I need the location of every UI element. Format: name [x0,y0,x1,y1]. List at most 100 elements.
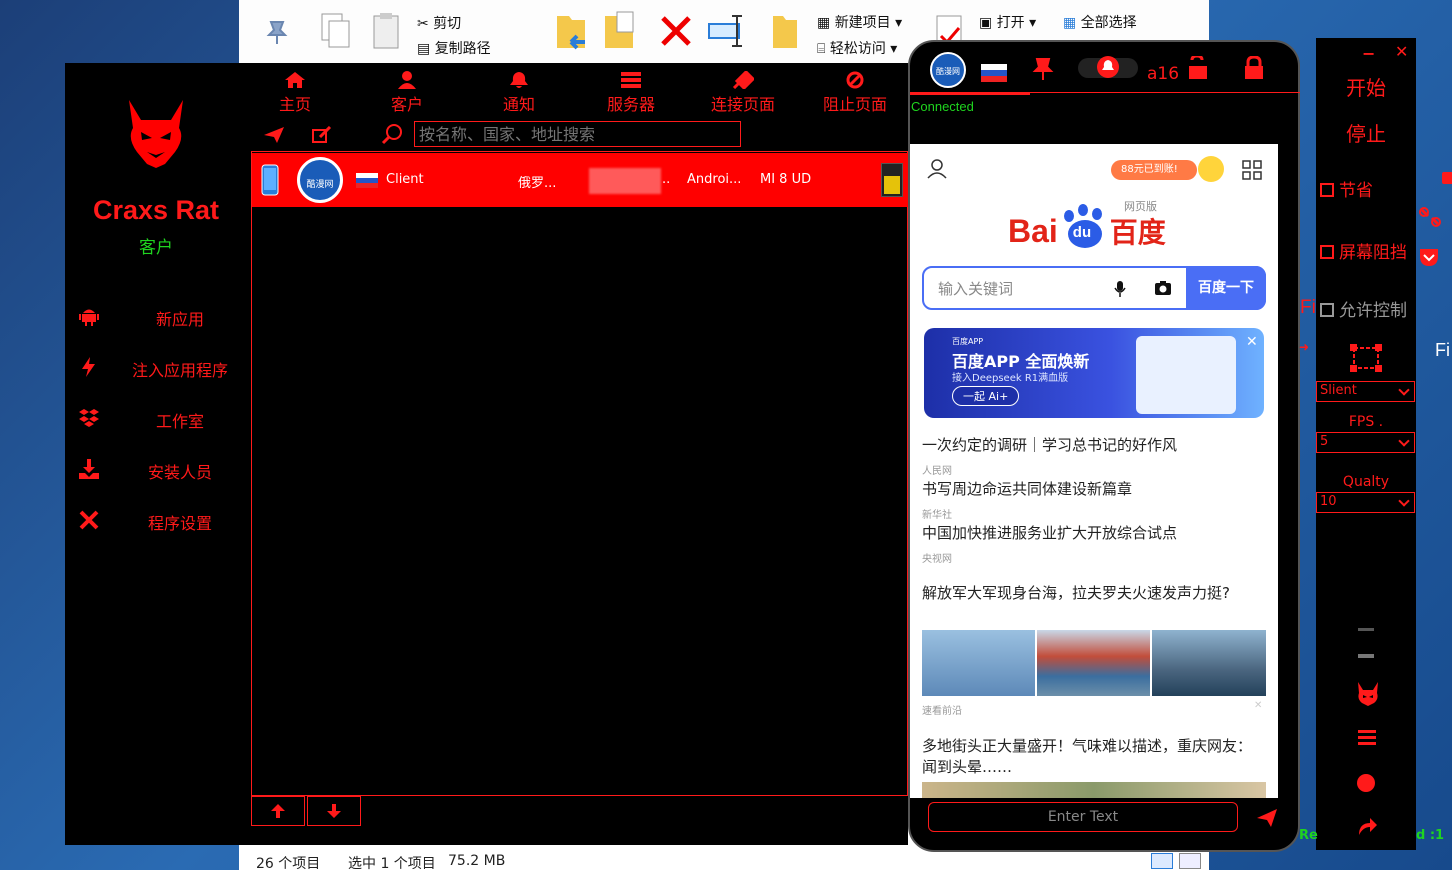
link-icon[interactable] [1418,206,1442,228]
bolt-icon [82,357,95,377]
open-label: 打开 [996,15,1025,31]
screen-block-checkbox[interactable]: 屏幕阻挡 [1320,238,1407,263]
checkbox-box [1320,303,1334,317]
sidebar-item-label: 工作室 [155,412,204,431]
nav-server[interactable]: 服务器 [581,71,681,115]
sidebar-item-label: 安装人员 [147,463,212,482]
fps-label: FPS . [1348,414,1384,430]
phone-screen[interactable]: 88元已到账! Bai du 百度 网页版 输入关键词 百度一下 百度APP 百度A… [910,144,1278,798]
copy-icon[interactable] [319,12,353,50]
new-item-button[interactable]: ▦ 新建项目 ▾ [817,12,902,32]
android-icon [79,309,99,326]
copy-path-label: 复制路径 [434,41,491,57]
grid-menu-icon[interactable] [1242,160,1262,180]
camera-icon[interactable] [1154,280,1172,296]
microphone-icon[interactable] [1114,280,1126,298]
cut-button[interactable]: ✂ 剪切 [417,13,461,33]
client-avatar-label: 酷漫网 [306,180,334,190]
thumbnail-view-icon[interactable] [1179,853,1201,869]
promo-badge[interactable]: 88元已到账! [1111,160,1197,180]
easy-access-button[interactable]: ⌸ 轻松访问 ▾ [817,38,897,58]
details-view-icon[interactable] [1151,853,1173,869]
client-ip-suffix: .. [662,172,671,187]
quality-select-value: 10 [1320,494,1337,509]
nav-notifications[interactable]: 通知 [469,71,569,115]
scroll-up-button[interactable] [251,796,305,826]
record-icon[interactable] [1356,773,1376,793]
allow-control-checkbox[interactable]: 允许控制 [1320,296,1407,321]
pin-icon[interactable] [1032,57,1054,81]
paste-icon[interactable] [371,12,401,50]
edit-icon[interactable] [311,126,333,144]
client-row[interactable]: 酷漫网 Client 俄罗... .. Androi... MI 8 UD [252,153,909,207]
enter-text-input[interactable]: Enter Text [928,802,1238,832]
alert-bell-icon[interactable] [1096,55,1120,79]
stop-button[interactable]: 停止 [1316,118,1416,147]
move-to-icon[interactable] [555,12,589,52]
open-button[interactable]: ▣ 打开 ▾ [979,12,1036,32]
news-title[interactable]: 解放军大军现身台海，拉夫罗夫火速发声力挺? [922,583,1266,604]
pin-icon[interactable] [263,18,291,46]
baidu-app-banner[interactable]: 百度APP 百度APP 全面焕新 接入Deepseek R1满血版 一起 Ai+… [924,328,1264,418]
nav-clients[interactable]: 客户 [357,71,457,115]
unlock-icon[interactable] [1188,56,1208,80]
delete-icon[interactable] [659,14,693,48]
device-avatar: 酷漫网 [930,52,966,88]
nav-block-page-label: 阻止页面 [822,95,887,114]
scroll-down-button[interactable] [307,796,361,826]
nav-clients-label: 客户 [390,95,423,114]
devil-home-icon[interactable] [1356,681,1380,707]
start-button[interactable]: 开始 [1316,72,1416,101]
menu-icon[interactable] [1357,728,1377,746]
baidu-search-box[interactable]: 输入关键词 百度一下 [922,266,1266,310]
handle-icon[interactable] [1358,628,1374,631]
profile-icon[interactable] [926,158,948,180]
nav-home-label: 主页 [278,95,311,114]
mode-select[interactable]: Slient [1316,381,1415,402]
baidu-search-button[interactable]: 百度一下 [1186,266,1266,310]
sidebar-item-settings[interactable]: 程序设置 [75,505,255,535]
new-folder-icon[interactable] [771,12,801,52]
send-text-icon[interactable] [1256,808,1278,828]
copy-path-button[interactable]: ▤ 复制路径 [417,38,491,58]
block-icon [846,71,864,89]
save-checkbox[interactable]: 节省 [1320,176,1373,201]
sidebar-item-studio[interactable]: 工作室 [75,403,255,433]
handle-icon[interactable] [1358,654,1374,658]
close-icon[interactable]: ✕ [1395,42,1408,61]
copy-to-icon[interactable] [603,10,639,50]
allow-control-label: 允许控制 [1339,301,1407,321]
pocket-icon[interactable] [1418,246,1440,268]
nav-block-page[interactable]: 阻止页面 [805,71,905,115]
screen-select-icon[interactable] [1349,343,1383,373]
checkbox-box [1320,245,1334,259]
nav-connect-page[interactable]: 连接页面 [693,71,793,115]
news-title[interactable]: 多地街头正大量盛开！气味难以描述，重庆网友：闻到头晕…… [922,736,1266,778]
baidu-search-placeholder: 输入关键词 [938,280,1014,298]
news-source: 速看前沿 [922,706,962,717]
sidebar-item-installer[interactable]: 安装人员 [75,454,255,484]
quality-select[interactable]: 10 [1316,492,1415,513]
redo-icon[interactable] [1356,817,1378,837]
banner-cta[interactable]: 一起 Ai+ [952,386,1020,406]
devil-logo-icon [129,100,183,168]
camera-edge-icon[interactable] [1440,168,1452,188]
news-title[interactable]: 书写周边命运共同体建设新篇章 [922,479,1132,500]
lock-icon[interactable] [1244,56,1264,80]
news-title[interactable]: 中国加快推进服务业扩大开放综合试点 [922,523,1177,544]
minimize-icon[interactable]: − [1362,44,1375,63]
battery-icon [881,163,903,197]
rename-icon[interactable] [707,14,747,48]
client-search-input[interactable] [414,121,741,147]
sidebar-item-new-app[interactable]: 新应用 [75,301,255,331]
sidebar-item-inject-app[interactable]: 注入应用程序 [75,352,255,382]
send-icon[interactable] [263,126,285,144]
fps-select[interactable]: 5 [1316,432,1415,453]
edge-arrow-icon: ➜ [1299,340,1310,354]
banner-close-icon[interactable]: ✕ [1246,334,1258,350]
nav-home[interactable]: 主页 [245,71,345,115]
select-all-button[interactable]: ▦ 全部选择 [1063,12,1137,32]
news-title[interactable]: 一次约定的调研｜学习总书记的好作风 [922,435,1177,456]
dismiss-icon[interactable]: ✕ [1254,700,1262,711]
paw-icon: du [1058,204,1110,248]
